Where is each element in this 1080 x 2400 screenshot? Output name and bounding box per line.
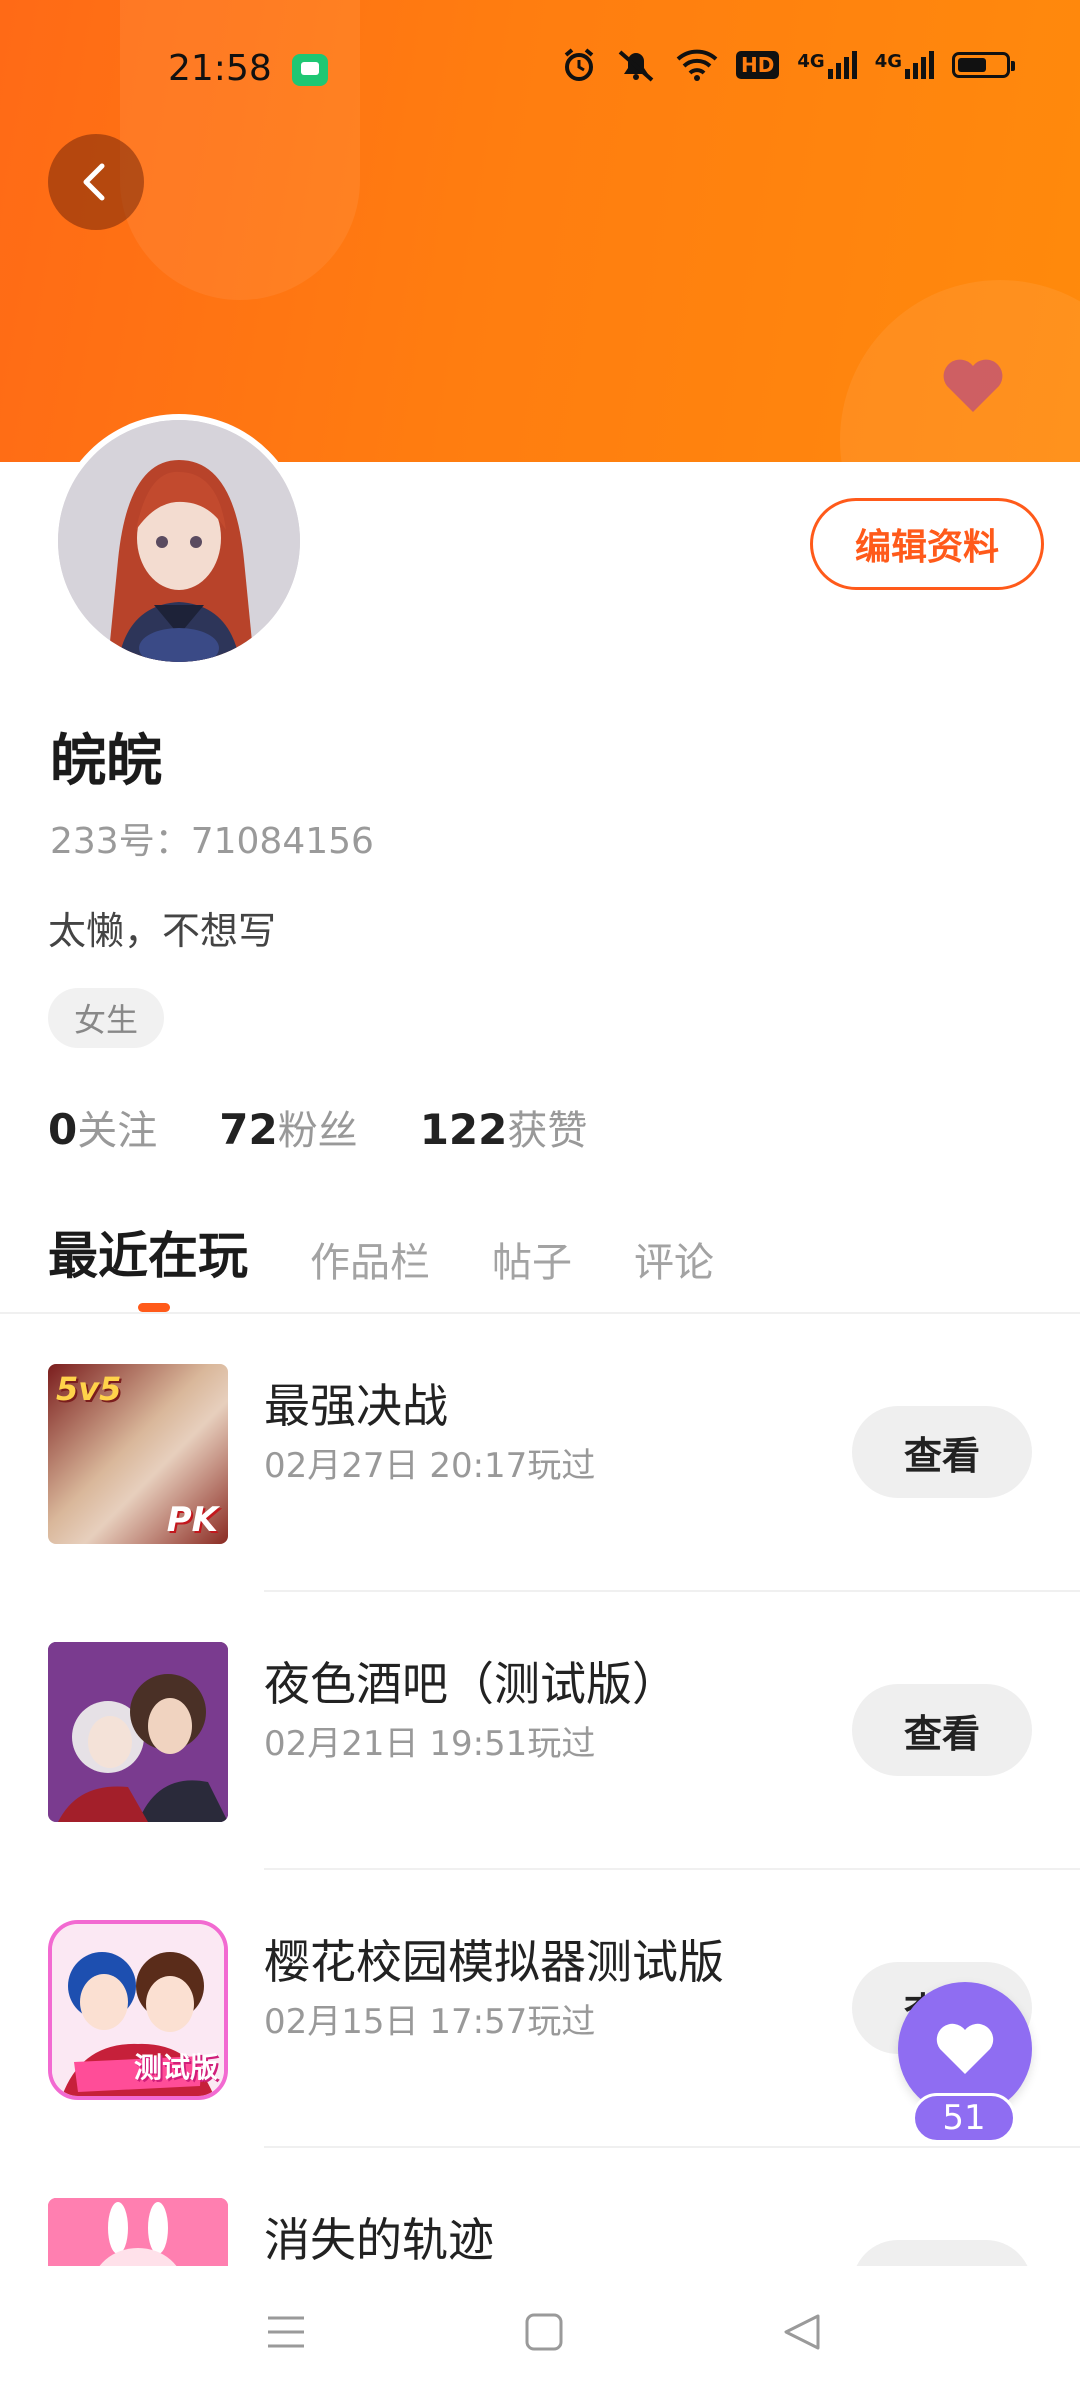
nickname: 皖皖	[50, 729, 162, 794]
4g-signal-icon: 4G	[797, 51, 857, 79]
game-name: 最强决战	[264, 1379, 448, 1433]
heart-icon[interactable]	[940, 356, 1006, 416]
game-icon	[48, 2198, 228, 2266]
likes-count: 122	[419, 1105, 508, 1154]
played-time: 02月21日 19:51玩过	[264, 1724, 596, 1764]
4g-label: 4G	[797, 51, 825, 72]
edit-profile-button[interactable]: 编辑资料	[810, 498, 1044, 590]
battery-icon	[952, 52, 1015, 78]
avatar[interactable]	[52, 414, 306, 668]
list-item[interactable]: 夜色酒吧（测试版） 02月21日 19:51玩过 查看	[0, 1592, 1080, 1870]
4g-label: 4G	[874, 51, 902, 72]
tab-comments[interactable]: 评论	[634, 1230, 714, 1288]
mute-icon	[618, 50, 654, 82]
played-time: 02月15日 17:57玩过	[264, 2002, 596, 2042]
game-icon	[48, 1642, 228, 1822]
tab-works[interactable]: 作品栏	[310, 1230, 430, 1288]
chevron-left-icon	[83, 163, 105, 201]
game-icon-text: 测试版	[133, 2051, 218, 2084]
game-icon: 测试版	[48, 1920, 228, 2100]
heart-icon	[936, 2023, 994, 2074]
status-time: 21:58	[168, 48, 272, 89]
back-triangle-icon[interactable]	[782, 2312, 822, 2352]
profile-banner: 21:58 HD 4G 4G	[0, 0, 1080, 462]
4g-signal-icon: 4G	[875, 51, 934, 79]
user-id: 233号：71084156	[50, 821, 374, 862]
view-button[interactable]: 查看	[852, 1684, 1032, 1776]
alarm-icon	[564, 48, 594, 81]
played-time: 02月27日 20:17玩过	[264, 1446, 596, 1486]
game-name: 消失的轨迹	[264, 2213, 494, 2266]
message-app-icon	[292, 54, 328, 86]
fans-label: 粉丝	[277, 1108, 358, 1154]
tab-indicator	[138, 1303, 170, 1312]
stat-likes[interactable]: 122获赞	[420, 1098, 588, 1156]
game-name: 樱花校园模拟器测试版	[264, 1935, 724, 1989]
game-icon: 5v5 PK	[48, 1364, 228, 1544]
status-bar: 21:58 HD 4G 4G	[0, 44, 1080, 94]
tab-posts[interactable]: 帖子	[492, 1230, 572, 1288]
profile-tabs: 最近在玩 作品栏 帖子 评论	[48, 1216, 714, 1288]
view-button[interactable]: 查看	[852, 2240, 1032, 2266]
game-icon-text: PK	[166, 1500, 218, 1540]
game-icon-text: 5v5	[56, 1370, 122, 1408]
avatar-image	[58, 420, 300, 662]
fans-count: 72	[219, 1105, 278, 1154]
list-item[interactable]: 消失的轨迹 查看	[0, 2148, 1080, 2266]
system-navigation-bar	[0, 2266, 1080, 2400]
view-button[interactable]: 查看	[852, 1406, 1032, 1498]
hd-icon: HD	[736, 51, 780, 79]
likes-label: 获赞	[507, 1108, 588, 1154]
like-count-badge: 51	[912, 2093, 1016, 2143]
stat-fans[interactable]: 72粉丝	[219, 1098, 357, 1156]
gender-tag: 女生	[48, 988, 165, 1048]
profile-stats: 0关注 72粉丝 122获赞	[48, 1098, 587, 1156]
back-button[interactable]	[48, 134, 144, 230]
wifi-icon	[676, 49, 718, 81]
stat-following[interactable]: 0关注	[48, 1098, 157, 1156]
bio: 太懒，不想写	[48, 909, 277, 953]
status-icons: HD 4G 4G	[562, 48, 1015, 82]
home-square-icon[interactable]	[524, 2312, 564, 2352]
following-count: 0	[48, 1105, 78, 1154]
following-label: 关注	[77, 1108, 158, 1154]
list-item[interactable]: 5v5 PK 最强决战 02月27日 20:17玩过 查看	[0, 1314, 1080, 1592]
game-name: 夜色酒吧（测试版）	[264, 1657, 678, 1711]
tab-recent-played[interactable]: 最近在玩	[48, 1216, 248, 1288]
menu-icon[interactable]	[266, 2312, 306, 2352]
